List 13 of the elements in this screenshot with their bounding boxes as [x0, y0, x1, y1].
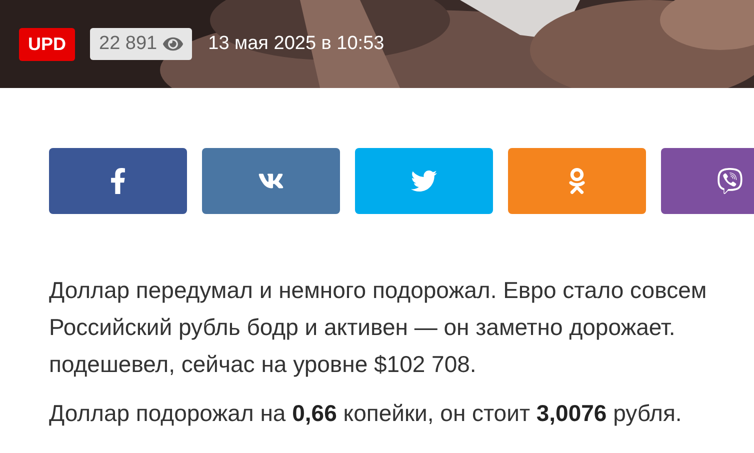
share-button[interactable] — [508, 148, 646, 214]
text-line: Российский рубль бодр и активен — он заметно дорожает. — [49, 313, 676, 342]
share-button[interactable] — [202, 148, 340, 214]
text-line: Доллар передумал и немного подорожал. Евро стало совсем — [49, 276, 708, 305]
bird-icon — [411, 168, 437, 194]
share-button[interactable] — [355, 148, 493, 214]
text-line: Доллар подорожал на 0,66 копейки, он стоит 3,0076 рубля. — [49, 399, 683, 428]
share-button[interactable] — [49, 148, 187, 214]
publish-date: 13 мая 2025 в 10:53 — [208, 33, 384, 55]
update-badge: UPD — [19, 28, 76, 60]
phone-icon — [717, 168, 743, 194]
text-line: подешевел, сейчас на уровне $102 708. — [49, 350, 478, 379]
view-count: 22 891 — [90, 28, 192, 60]
